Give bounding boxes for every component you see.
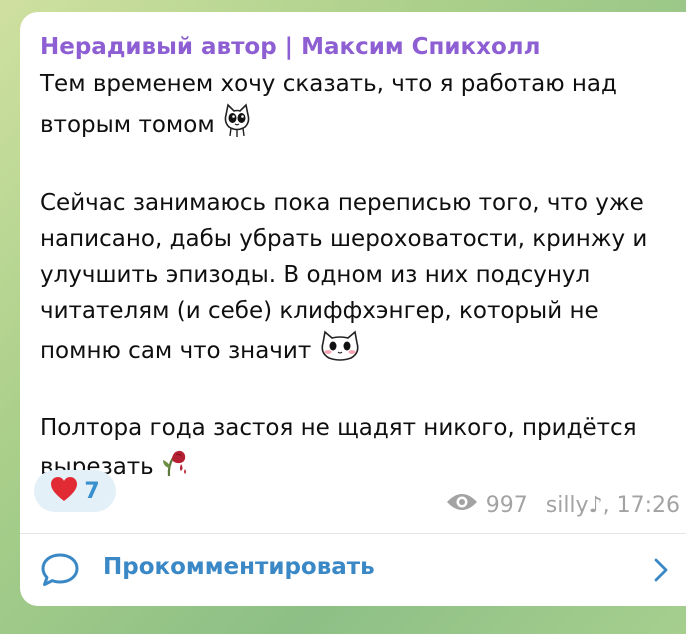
heart-icon [50, 476, 78, 506]
heart-reaction-button[interactable]: 7 [34, 470, 116, 512]
message-paragraph: Полтора года застоя не щадят никого, при… [40, 410, 670, 489]
message-line: улучшить эпизоды. В одном из них подсуну… [40, 262, 591, 288]
comment-label: Прокомментировать [103, 554, 375, 580]
comment-button[interactable]: Прокомментировать [20, 534, 686, 606]
message-line: Тем временем хочу сказать, что я работаю… [40, 71, 617, 97]
view-count: 997 [485, 492, 528, 518]
message-bubble: Нерадивый автор | Максим Спикхолл Тем вр… [20, 12, 686, 606]
message-line-text: помню сам что значит [40, 338, 312, 364]
message-line: написано, дабы убрать шероховатости, кри… [40, 226, 648, 252]
message-paragraph: Тем временем хочу сказать, что я работаю… [40, 66, 670, 149]
message-line: Полтора года застоя не щадят никого, при… [40, 415, 637, 441]
message-text: Тем временем хочу сказать, что я работаю… [40, 66, 670, 489]
eye-icon [446, 492, 478, 518]
message-meta: 997 silly♪, 17:26 [446, 492, 680, 518]
reaction-count: 7 [84, 478, 100, 504]
message-line-with-emoji: помню сам что значит [40, 329, 670, 374]
cat-sticker-icon [317, 329, 363, 374]
chevron-right-icon [654, 558, 668, 586]
message-paragraph: Сейчас занимаюсь пока переписью того, чт… [40, 185, 670, 374]
chat-bubble-icon [40, 552, 80, 592]
channel-author-name[interactable]: Нерадивый автор | Максим Спикхолл [40, 34, 541, 60]
message-line: читателям (и себе) клиффхэнгер, который … [40, 298, 599, 324]
message-line-text: вторым томом [40, 112, 215, 138]
message-line: Сейчас занимаюсь пока переписью того, чт… [40, 190, 644, 216]
message-line-with-emoji: вторым томом [40, 102, 670, 149]
post-signature-time: silly♪, 17:26 [545, 492, 680, 518]
message-line-with-emoji: вырезать [40, 446, 670, 489]
wilted-rose-icon [160, 446, 190, 489]
cat-sticker-icon [221, 102, 253, 149]
